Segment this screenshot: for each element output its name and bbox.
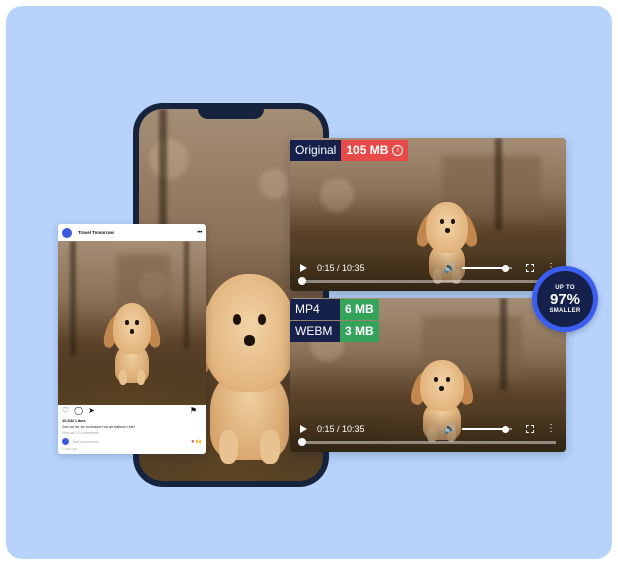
puppy-image (176, 274, 323, 464)
comment-input[interactable]: Add a comment... (73, 440, 189, 444)
savings-badge: UP TO 97% SMALLER (532, 266, 598, 332)
heart-icon[interactable]: ♡ (62, 407, 69, 415)
avatar[interactable] (62, 227, 72, 238)
hero-canvas: Travel Tomorrow ••• ♡ ◯ ➤ ⚑ 10,542 Likes… (6, 6, 612, 559)
format-label: Original (290, 140, 342, 161)
post-actions: ♡ ◯ ➤ ⚑ (58, 405, 206, 417)
file-size: 3 MB (340, 321, 379, 342)
more-vertical-icon[interactable]: ⋮ (546, 424, 556, 434)
share-icon[interactable]: ➤ (88, 407, 95, 415)
play-icon[interactable] (300, 264, 307, 272)
original-size-tag: Original 105 MB i (290, 140, 409, 161)
play-icon[interactable] (300, 425, 307, 433)
comment-icon[interactable]: ◯ (74, 407, 83, 415)
seek-bar[interactable] (298, 438, 556, 446)
fullscreen-icon[interactable] (526, 264, 534, 272)
volume-slider[interactable] (462, 264, 512, 272)
puppy-image (101, 303, 163, 385)
emoji-icons[interactable]: ♥ 🙌 (191, 439, 202, 445)
fullscreen-icon[interactable] (526, 425, 534, 433)
social-post-card: Travel Tomorrow ••• ♡ ◯ ➤ ⚑ 10,542 Likes… (58, 224, 206, 454)
post-time-ago: 2 days ago (62, 447, 78, 451)
playback-time: 0:15 / 10:35 (317, 424, 365, 434)
post-likes: 10,542 Likes (62, 418, 86, 423)
post-header: Travel Tomorrow ••• (58, 224, 206, 241)
post-photo (58, 241, 206, 405)
post-caption: Join us for an exclusive hot air balloon… (62, 425, 135, 429)
playback-time: 0:15 / 10:35 (317, 263, 365, 273)
format-label: WEBM (290, 321, 340, 342)
view-comments-link[interactable]: View all 175 comments (58, 431, 206, 435)
volume-slider[interactable] (462, 425, 512, 433)
file-size: 6 MB (340, 299, 379, 320)
phone-notch (198, 107, 264, 119)
player-controls: 0:15 / 10:35 🔊 ⋮ (290, 251, 566, 291)
seek-bar[interactable] (298, 277, 556, 285)
avatar (62, 438, 69, 445)
badge-value: 97% (549, 290, 581, 308)
video-player-compressed[interactable]: MP4 6 MB WEBM 3 MB 0:15 / 10:35 🔊 ⋮ (290, 298, 566, 452)
video-player-original[interactable]: Original 105 MB i 0:15 / 10:35 🔊 ⋮ (290, 138, 566, 291)
player-controls: 0:15 / 10:35 🔊 ⋮ (290, 412, 566, 452)
bookmark-icon[interactable]: ⚑ (190, 407, 197, 415)
format-label: MP4 (290, 299, 340, 320)
post-username[interactable]: Travel Tomorrow (78, 230, 197, 235)
volume-icon[interactable]: 🔊 (444, 263, 456, 274)
volume-icon[interactable]: 🔊 (444, 424, 456, 435)
mp4-size-tag: MP4 6 MB (290, 299, 379, 320)
comment-row: Add a comment... ♥ 🙌 (58, 438, 206, 445)
badge-bottom-text: SMALLER (549, 307, 581, 314)
info-icon[interactable]: i (392, 145, 404, 156)
more-horizontal-icon[interactable]: ••• (197, 230, 202, 236)
file-size: 105 MB i (341, 140, 409, 161)
webm-size-tag: WEBM 3 MB (290, 321, 379, 342)
